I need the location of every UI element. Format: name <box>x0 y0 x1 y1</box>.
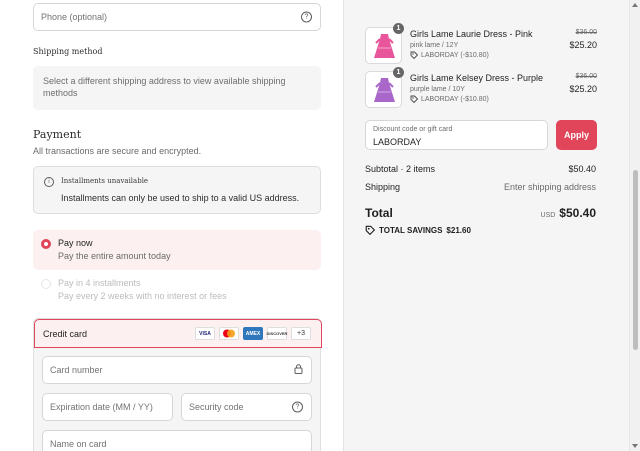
help-icon[interactable]: ? <box>301 11 312 23</box>
checkout-form: Phone (optional) ? Shipping method Selec… <box>0 0 343 451</box>
scroll-down-arrow-icon[interactable] <box>632 444 638 448</box>
shipping-method-message: Select a different shipping address to v… <box>43 76 286 98</box>
card-number-placeholder: Card number <box>50 365 103 375</box>
scroll-up-arrow-icon[interactable] <box>632 3 638 7</box>
total-amount: USD $50.40 <box>541 206 596 220</box>
pay-now-description: Pay the entire amount today <box>58 251 171 261</box>
payment-heading: Payment <box>33 128 82 141</box>
shipping-value: Enter shipping address <box>503 182 596 192</box>
tag-icon <box>410 51 418 59</box>
shipping-method-notice: Select a different shipping address to v… <box>33 66 321 110</box>
product-name: Girls Lame Laurie Dress - Pink <box>410 29 533 39</box>
pay-now-radio[interactable] <box>41 239 51 249</box>
amex-icon: AMEX <box>243 327 263 340</box>
shipping-label: Shipping <box>365 182 401 192</box>
scroll-thumb[interactable] <box>633 170 638 350</box>
installments-title: Installments unavailable <box>61 177 149 185</box>
discount-code-field[interactable]: Discount code or gift card LABORDAY <box>365 120 548 150</box>
product-discount: LABORDAY (-$10.80) <box>410 95 489 103</box>
discover-icon: DISCOVER <box>267 327 287 340</box>
line-item: 1 Girls Lame Kelsey Dress - Purple purpl… <box>365 67 597 111</box>
quantity-badge: 1 <box>393 23 404 34</box>
credit-card-panel: Credit card VISA AMEX DISCOVER +3 Card n… <box>33 318 322 451</box>
product-name: Girls Lame Kelsey Dress - Purple <box>410 73 544 83</box>
pay-now-option[interactable]: Pay now Pay the entire amount today <box>33 230 321 270</box>
product-variant: purple lame / 10Y <box>410 86 465 93</box>
product-variant: pink lame / 12Y <box>410 42 459 49</box>
info-icon: i <box>44 177 54 187</box>
expiration-field[interactable]: Expiration date (MM / YY) <box>42 393 173 421</box>
name-on-card-field[interactable]: Name on card <box>42 430 312 451</box>
credit-card-label: Credit card <box>43 329 88 339</box>
card-brands: VISA AMEX DISCOVER +3 <box>195 327 311 340</box>
total-value: $50.40 <box>559 206 596 220</box>
card-number-field[interactable]: Card number <box>42 356 312 384</box>
pay-installments-radio[interactable] <box>41 279 51 289</box>
discount-code-label: Discount code or gift card <box>373 126 453 133</box>
installments-notice: i Installments unavailable Installments … <box>33 166 321 214</box>
discounted-price: $25.20 <box>569 84 597 94</box>
apply-button[interactable]: Apply <box>556 120 597 150</box>
line-item: 1 Girls Lame Laurie Dress - Pink pink la… <box>365 23 597 67</box>
subtotal-label: Subtotal · 2 items <box>365 164 436 174</box>
security-code-placeholder: Security code <box>189 402 244 412</box>
pay-now-label: Pay now <box>58 238 93 248</box>
discount-code-value: LABORDAY <box>373 137 422 147</box>
total-savings: TOTAL SAVINGS $21.60 <box>365 225 471 235</box>
subtotal-value: $50.40 <box>568 164 596 174</box>
payment-subtitle: All transactions are secure and encrypte… <box>33 146 202 156</box>
tag-icon <box>365 225 375 235</box>
visa-icon: VISA <box>195 327 215 340</box>
savings-label: TOTAL SAVINGS <box>379 225 443 235</box>
quantity-badge: 1 <box>393 67 404 78</box>
credit-card-header[interactable]: Credit card VISA AMEX DISCOVER +3 <box>34 319 322 348</box>
pay-installments-label: Pay in 4 installments <box>58 278 141 288</box>
product-discount: LABORDAY (-$10.80) <box>410 51 489 59</box>
more-brands-badge: +3 <box>291 327 311 340</box>
currency-code: USD <box>540 212 556 219</box>
phone-field[interactable]: Phone (optional) ? <box>33 3 321 31</box>
page-scrollbar[interactable] <box>629 0 640 451</box>
discounted-price: $25.20 <box>569 40 597 50</box>
product-discount-text: LABORDAY (-$10.80) <box>421 51 489 59</box>
expiration-placeholder: Expiration date (MM / YY) <box>50 402 153 412</box>
savings-value: $21.60 <box>446 225 471 235</box>
original-price: $36.00 <box>575 29 597 36</box>
help-icon[interactable]: ? <box>292 401 303 413</box>
pay-installments-option[interactable]: Pay in 4 installments Pay every 2 weeks … <box>33 272 321 308</box>
lock-icon <box>294 364 303 376</box>
security-code-field[interactable]: Security code ? <box>181 393 312 421</box>
mastercard-icon <box>219 327 239 340</box>
pay-installments-description: Pay every 2 weeks with no interest or fe… <box>58 291 227 301</box>
total-label: Total <box>365 206 393 220</box>
name-on-card-placeholder: Name on card <box>50 439 107 449</box>
phone-placeholder: Phone (optional) <box>41 12 108 22</box>
product-discount-text: LABORDAY (-$10.80) <box>421 95 489 103</box>
original-price: $36.00 <box>575 73 597 80</box>
tag-icon <box>410 95 418 103</box>
shipping-method-heading: Shipping method <box>33 47 103 56</box>
installments-text: Installments can only be used to ship to… <box>61 193 300 203</box>
